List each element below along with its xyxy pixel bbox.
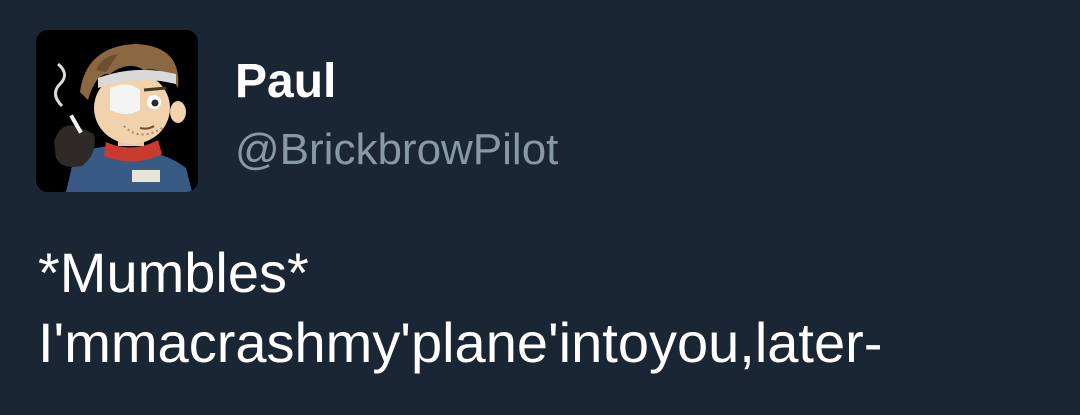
user-handle[interactable]: @BrickbrowPilot <box>235 124 558 176</box>
display-name[interactable]: Paul <box>235 54 336 110</box>
tweet-line-1: *Mumbles* <box>38 241 309 304</box>
tweet-line-2: I'mmacrashmy'plane'intoyou,later- <box>38 311 883 374</box>
tweet-card: Paul @BrickbrowPilot *Mumbles* I'mmacras… <box>0 0 1080 415</box>
tweet-text: *Mumbles* I'mmacrashmy'plane'intoyou,lat… <box>38 238 1048 378</box>
avatar-image <box>36 30 198 192</box>
avatar[interactable] <box>36 30 198 192</box>
